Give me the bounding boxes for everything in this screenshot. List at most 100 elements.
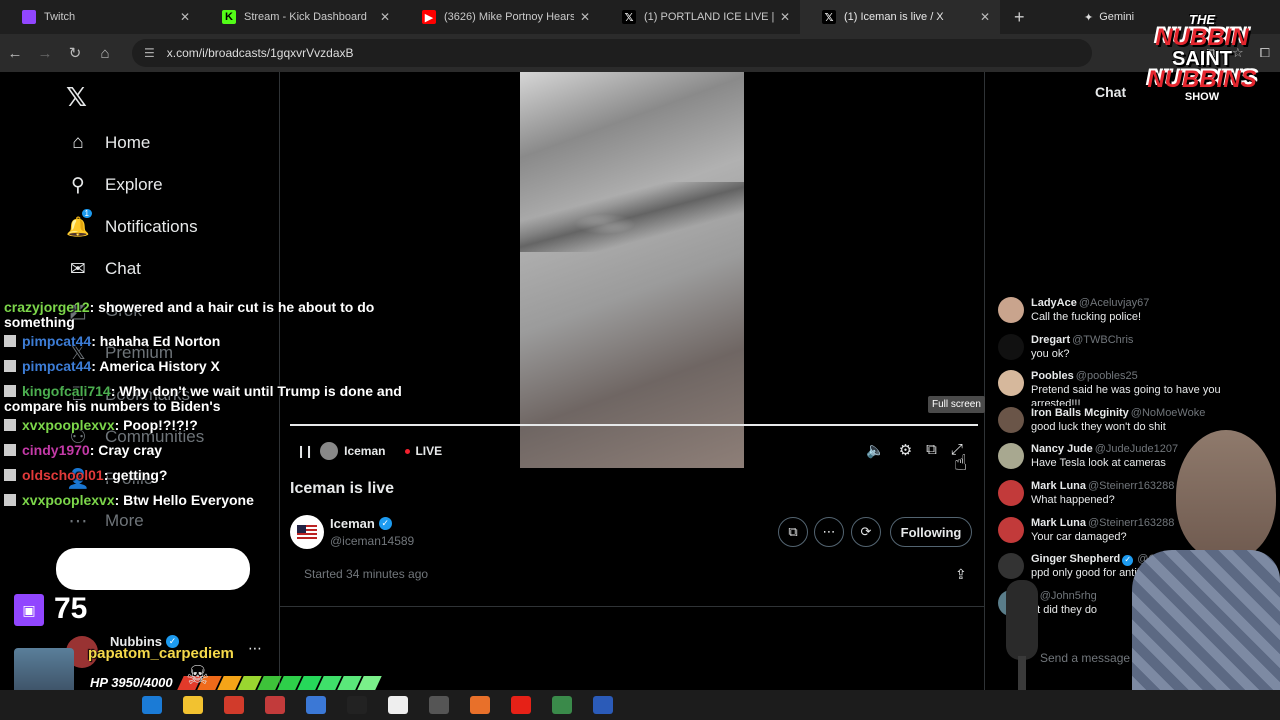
browser-tab[interactable]: K Stream - Kick Dashboard ✕: [200, 0, 400, 34]
overlay-chat-user: pimpcat44: [22, 358, 92, 374]
firefox-icon[interactable]: [470, 696, 490, 714]
volume-icon[interactable]: 🔈: [866, 441, 885, 459]
chat-avatar[interactable]: [998, 479, 1024, 506]
browser-tab-gemini[interactable]: ✦ Gemini: [1084, 0, 1134, 34]
started-time: Started 34 minutes ago: [304, 567, 429, 581]
browser-tab[interactable]: 𝕏 (1) PORTLAND ICE LIVE | SUPER ✕: [600, 0, 800, 34]
mail-icon: ✉: [70, 258, 86, 280]
settings-gear-icon[interactable]: ⚙: [899, 441, 912, 459]
tab-title: Stream - Kick Dashboard: [244, 11, 367, 23]
subscribe-button[interactable]: ⟳: [851, 517, 881, 547]
overlay-chat-line: kingofcali714: Why don't we wait until T…: [4, 384, 404, 414]
close-tab-icon[interactable]: ✕: [780, 10, 790, 24]
x-logo-icon[interactable]: 𝕏: [66, 82, 87, 113]
twitch-icon: ▣: [14, 594, 44, 626]
nav-item-notifications[interactable]: 🔔 1 Notifications: [66, 206, 266, 248]
section-divider: [280, 606, 984, 607]
home-browser-icon[interactable]: ⌂: [90, 45, 120, 62]
windows-start-icon[interactable]: [60, 696, 80, 714]
more-options-button[interactable]: ⋯: [814, 517, 844, 547]
overlay-chat-text: : hahaha Ed Norton: [91, 333, 221, 349]
word-icon[interactable]: [593, 696, 613, 714]
overlay-chat-text: : Cray cray: [89, 442, 163, 458]
broadcast-video[interactable]: [520, 72, 744, 468]
chat-user-name[interactable]: Iron Balls Mcginity: [1031, 407, 1129, 419]
chat-user-name[interactable]: LadyAce: [1031, 297, 1077, 309]
nav-item-chat[interactable]: ✉ Chat: [66, 248, 266, 290]
chat-input[interactable]: Send a message: [1040, 651, 1130, 665]
overlay-chat-text: : America History X: [91, 358, 220, 374]
settings-taskbar-icon[interactable]: [429, 696, 449, 714]
close-tab-icon[interactable]: ✕: [980, 10, 990, 24]
chat-user-name[interactable]: Mark Luna: [1031, 480, 1086, 492]
chat-avatar[interactable]: [998, 333, 1024, 360]
chat-user-name[interactable]: Poobles: [1031, 370, 1074, 382]
chat-message-text: Call the fucking police!: [1031, 311, 1142, 323]
viewer-count: 75: [54, 592, 88, 625]
bell-icon: 🔔 1: [66, 209, 92, 239]
notepad-icon[interactable]: [388, 696, 408, 714]
edge-icon[interactable]: [142, 696, 162, 714]
chat-message-text: Pretend said he was going to have you ar…: [1031, 384, 1221, 406]
tab-title: (1) PORTLAND ICE LIVE | SUPER: [644, 11, 774, 23]
close-tab-icon[interactable]: ✕: [180, 10, 190, 24]
chat-user-handle: @TWBChris: [1072, 333, 1134, 346]
share-broadcast-button[interactable]: ⧉: [778, 517, 808, 547]
terminal-icon[interactable]: [347, 696, 367, 714]
browser-tab[interactable]: ▶ (3626) Mike Portnoy Hears "Bu ✕: [400, 0, 600, 34]
streamer-avatar: [14, 648, 74, 696]
chrome-alt-icon[interactable]: [306, 696, 326, 714]
chat-user-name[interactable]: Dregart: [1031, 334, 1070, 346]
overlay-chat-line: crazyjorge12: showered and a hair cut is…: [4, 300, 404, 330]
chat-avatar[interactable]: [998, 370, 1024, 397]
nav-item-home[interactable]: ⌂ Home: [66, 122, 266, 164]
picture-in-picture-icon[interactable]: ⧉: [926, 441, 937, 459]
forward-icon[interactable]: →: [30, 45, 60, 62]
overlay-chat-line: cindy1970: Cray cray: [4, 443, 404, 458]
close-tab-icon[interactable]: ✕: [580, 10, 590, 24]
search-taskbar-icon[interactable]: [101, 696, 121, 714]
chat-message[interactable]: LadyAce @Aceluvjay67 Call the fucking poli…: [998, 296, 1238, 333]
share-icon[interactable]: ⇪: [955, 566, 967, 583]
url-bar[interactable]: ☰ x.com/i/broadcasts/1gqxvrVvzdaxB: [132, 39, 1092, 67]
chat-avatar[interactable]: [998, 443, 1024, 470]
chat-message[interactable]: Dregart @TWBChris you ok?: [998, 333, 1238, 370]
skull-icon: ☠: [186, 660, 210, 690]
chrome-icon[interactable]: [224, 696, 244, 714]
streamer-webcam: [1118, 430, 1280, 690]
browser-tab[interactable]: Twitch ✕: [0, 0, 200, 34]
search-icon: ⚲: [71, 174, 85, 196]
youtube-music-icon[interactable]: [511, 696, 531, 714]
tab-title: Twitch: [44, 11, 76, 23]
site-info-icon[interactable]: ☰: [144, 46, 155, 60]
mouse-pointer-icon: ☝: [954, 450, 968, 475]
reload-icon[interactable]: ↻: [60, 44, 90, 62]
host-handle[interactable]: @iceman14589: [330, 534, 414, 548]
picture-in-picture-icon: ⧉: [788, 524, 798, 539]
nav-item-explore[interactable]: ⚲ Explore: [66, 164, 266, 206]
chat-message[interactable]: Poobles @poobles25 Pretend said he was goi…: [998, 369, 1238, 406]
kick-tab-icon: K: [222, 10, 236, 24]
new-tab-button[interactable]: +: [1014, 7, 1025, 28]
chat-avatar[interactable]: [998, 516, 1024, 543]
chat-avatar[interactable]: [998, 406, 1024, 433]
photo-icon[interactable]: [552, 696, 572, 714]
post-button[interactable]: [56, 548, 250, 590]
close-tab-icon[interactable]: ✕: [380, 10, 390, 24]
chat-avatar[interactable]: [998, 297, 1024, 323]
microphone-image: [996, 560, 1048, 690]
app-icon[interactable]: [265, 696, 285, 714]
host-name[interactable]: Iceman ✓: [330, 516, 392, 531]
chat-user-name[interactable]: Nancy Jude: [1031, 443, 1093, 455]
live-badge: LIVE: [405, 444, 442, 458]
tab-title: (3626) Mike Portnoy Hears "Bu: [444, 11, 574, 23]
url-text: x.com/i/broadcasts/1gqxvrVvzdaxB: [166, 46, 354, 60]
nav-item-label: Notifications: [105, 217, 198, 236]
file-explorer-icon[interactable]: [183, 696, 203, 714]
chat-user-name[interactable]: Mark Luna: [1031, 517, 1086, 529]
back-icon[interactable]: ←: [0, 45, 30, 62]
account-more-icon[interactable]: ⋯: [248, 640, 262, 657]
following-button[interactable]: Following: [890, 517, 972, 547]
browser-tab[interactable]: 𝕏 (1) Iceman is live / X ✕: [800, 0, 1000, 34]
host-avatar[interactable]: [290, 515, 324, 549]
